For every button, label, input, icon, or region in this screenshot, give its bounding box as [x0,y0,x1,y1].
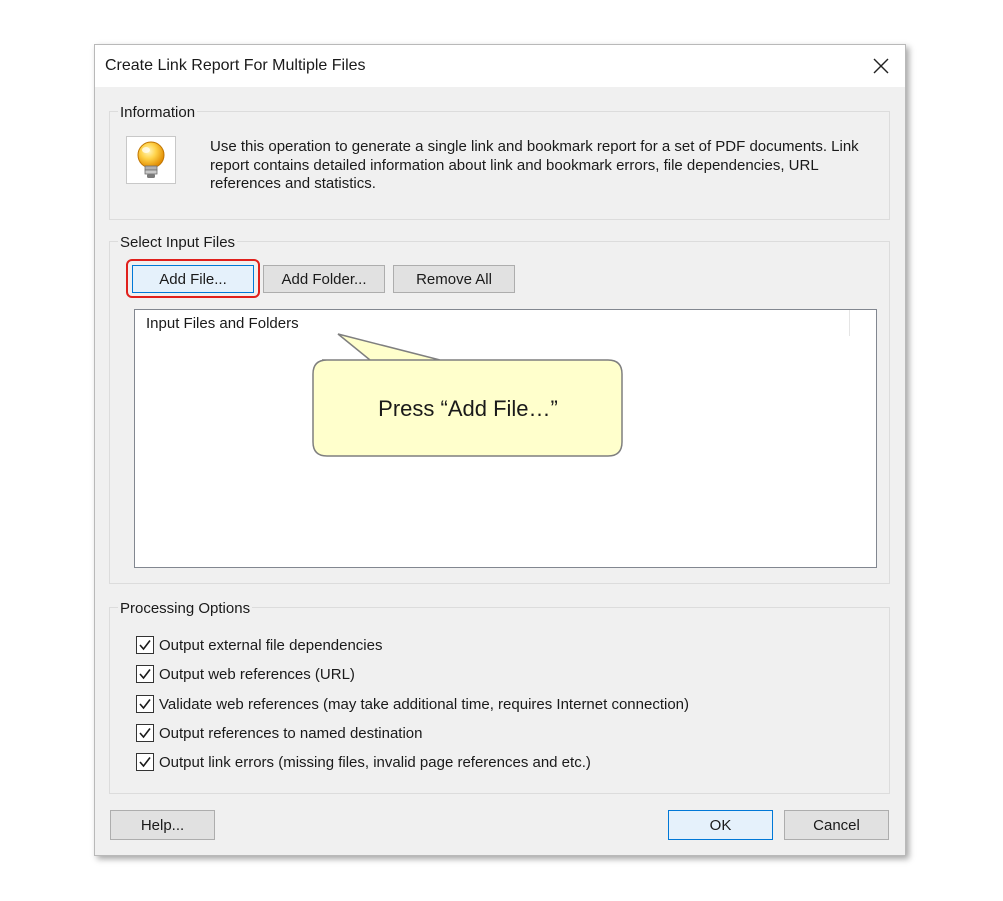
processing-options-label: Processing Options [118,600,253,617]
select-input-files-label: Select Input Files [118,234,238,251]
option-label: Output link errors (missing files, inval… [159,753,591,771]
lightbulb-icon [126,136,176,184]
checkbox[interactable] [136,665,154,683]
checkbox[interactable] [136,724,154,742]
information-text: Use this operation to generate a single … [210,138,859,192]
dialog-title: Create Link Report For Multiple Files [105,57,366,74]
option-label: Validate web references (may take additi… [159,695,690,713]
checkbox[interactable] [136,636,154,654]
add-file-button[interactable]: Add File... [132,265,254,293]
help-button[interactable]: Help... [110,810,215,840]
close-button[interactable] [863,49,899,83]
checkmark-icon [139,669,151,680]
checkmark-icon [139,728,151,739]
checkbox[interactable] [136,753,154,771]
cancel-button[interactable]: Cancel [784,810,889,840]
callout-text: Press “Add File…” [378,396,558,421]
information-group: Information Use this operation to genera… [109,104,890,220]
callout-bubble [312,333,623,457]
checkmark-icon [139,640,151,651]
checkmark-icon [139,757,151,768]
remove-all-button[interactable]: Remove All [393,265,515,293]
option-label: Output external file dependencies [159,636,383,654]
option-external-dependencies[interactable]: Output external file dependencies [136,635,382,655]
option-web-references[interactable]: Output web references (URL) [136,664,355,684]
title-bar: Create Link Report For Multiple Files [95,45,905,87]
option-label: Output references to named destination [159,724,423,742]
option-validate-web-references[interactable]: Validate web references (may take additi… [136,694,689,714]
option-label: Output web references (URL) [159,665,355,683]
ok-button[interactable]: OK [668,810,773,840]
checkbox[interactable] [136,695,154,713]
processing-options-group: Processing Options Output external file … [109,600,890,794]
option-named-destination[interactable]: Output references to named destination [136,723,423,743]
add-folder-button[interactable]: Add Folder... [263,265,385,293]
information-group-label: Information [118,104,198,121]
option-link-errors[interactable]: Output link errors (missing files, inval… [136,752,591,772]
close-icon [873,58,889,74]
checkmark-icon [139,699,151,710]
list-column-header-label: Input Files and Folders [146,315,299,332]
